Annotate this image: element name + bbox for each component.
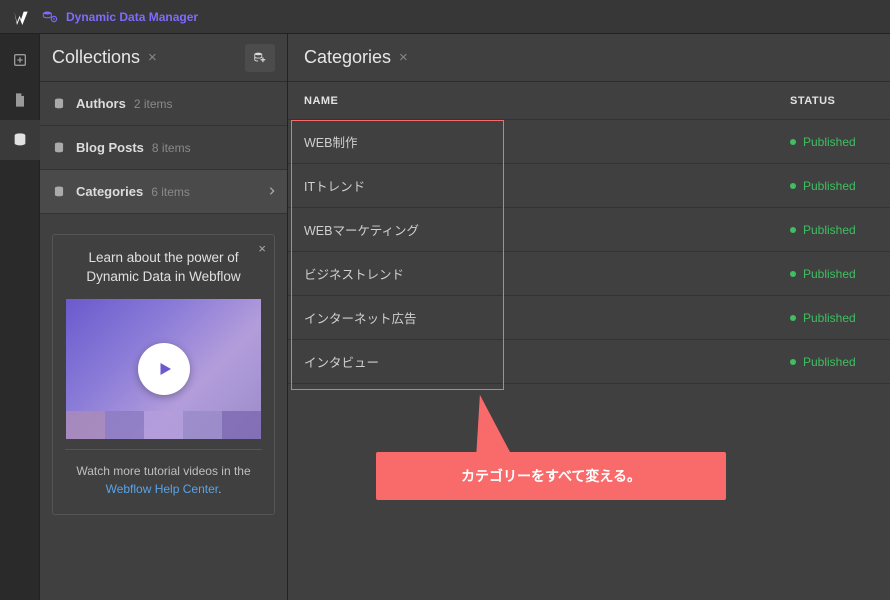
collection-count: 2 items <box>134 97 173 111</box>
play-icon <box>138 343 190 395</box>
promo-title-line2: Dynamic Data in Webflow <box>86 269 240 284</box>
status-dot-icon <box>790 359 796 365</box>
table-header: NAME STATUS <box>288 82 890 120</box>
cell-name: ITトレンド <box>304 176 790 195</box>
collection-item-blog-posts[interactable]: Blog Posts 8 items <box>40 126 287 170</box>
database-icon <box>52 97 66 111</box>
promo-sub-text: Watch more tutorial videos in the <box>76 464 250 478</box>
topbar-title: Dynamic Data Manager <box>66 10 198 24</box>
table-row[interactable]: インターネット広告 Published <box>288 296 890 340</box>
collections-close-icon[interactable]: × <box>148 49 157 66</box>
table-row[interactable]: ITトレンド Published <box>288 164 890 208</box>
status-dot-icon <box>790 227 796 233</box>
dynamic-data-icon <box>42 9 58 25</box>
promo-card: × Learn about the power of Dynamic Data … <box>52 234 275 515</box>
cell-name: ビジネストレンド <box>304 264 790 283</box>
status-dot-icon <box>790 271 796 277</box>
main-header: Categories × <box>288 34 890 82</box>
table-row[interactable]: ビジネストレンド Published <box>288 252 890 296</box>
cell-name: WEB制作 <box>304 132 790 151</box>
cell-status: Published <box>790 267 890 281</box>
collection-name: Authors <box>76 96 126 111</box>
database-icon <box>52 185 66 199</box>
rail-pages-icon[interactable] <box>0 80 40 120</box>
promo-title: Learn about the power of Dynamic Data in… <box>65 249 262 287</box>
promo-video-thumbnail[interactable] <box>66 299 261 439</box>
cell-status: Published <box>790 355 890 369</box>
add-collection-button[interactable] <box>245 44 275 72</box>
left-rail <box>0 34 40 600</box>
column-header-status: STATUS <box>790 95 890 107</box>
collection-item-authors[interactable]: Authors 2 items <box>40 82 287 126</box>
main-close-icon[interactable]: × <box>399 49 408 66</box>
status-dot-icon <box>790 315 796 321</box>
collection-name: Categories <box>76 184 143 199</box>
collections-panel: Collections × Authors 2 items Blog Posts… <box>40 34 288 600</box>
promo-subtext: Watch more tutorial videos in the Webflo… <box>65 462 262 498</box>
cell-name: インタビュー <box>304 352 790 371</box>
status-dot-icon <box>790 139 796 145</box>
rail-add-icon[interactable] <box>0 40 40 80</box>
column-header-name: NAME <box>304 95 790 107</box>
collection-count: 6 items <box>151 185 190 199</box>
database-icon <box>52 141 66 155</box>
collection-item-categories[interactable]: Categories 6 items <box>40 170 287 214</box>
collections-title: Collections <box>52 47 140 68</box>
status-dot-icon <box>790 183 796 189</box>
chevron-right-icon <box>267 184 277 199</box>
cell-status: Published <box>790 135 890 149</box>
table-row[interactable]: WEBマーケティング Published <box>288 208 890 252</box>
topbar: Dynamic Data Manager <box>0 0 890 34</box>
cell-status: Published <box>790 179 890 193</box>
promo-title-line1: Learn about the power of <box>88 250 238 265</box>
table-row[interactable]: WEB制作 Published <box>288 120 890 164</box>
annotation-pointer <box>470 392 510 455</box>
promo-close-icon[interactable]: × <box>258 241 266 256</box>
table-row[interactable]: インタビュー Published <box>288 340 890 384</box>
cell-name: WEBマーケティング <box>304 220 790 239</box>
cell-status: Published <box>790 311 890 325</box>
cell-name: インターネット広告 <box>304 308 790 327</box>
rail-database-icon[interactable] <box>0 120 40 160</box>
webflow-logo-icon[interactable] <box>10 6 32 28</box>
main-panel: Categories × NAME STATUS WEB制作 Published… <box>288 34 890 600</box>
collection-count: 8 items <box>152 141 191 155</box>
main-title: Categories <box>304 47 391 68</box>
collections-header: Collections × <box>40 34 287 82</box>
help-center-link[interactable]: Webflow Help Center <box>106 482 219 496</box>
cell-status: Published <box>790 223 890 237</box>
annotation-callout: カテゴリーをすべて変える。 <box>376 452 726 500</box>
collection-name: Blog Posts <box>76 140 144 155</box>
promo-divider <box>65 449 262 450</box>
